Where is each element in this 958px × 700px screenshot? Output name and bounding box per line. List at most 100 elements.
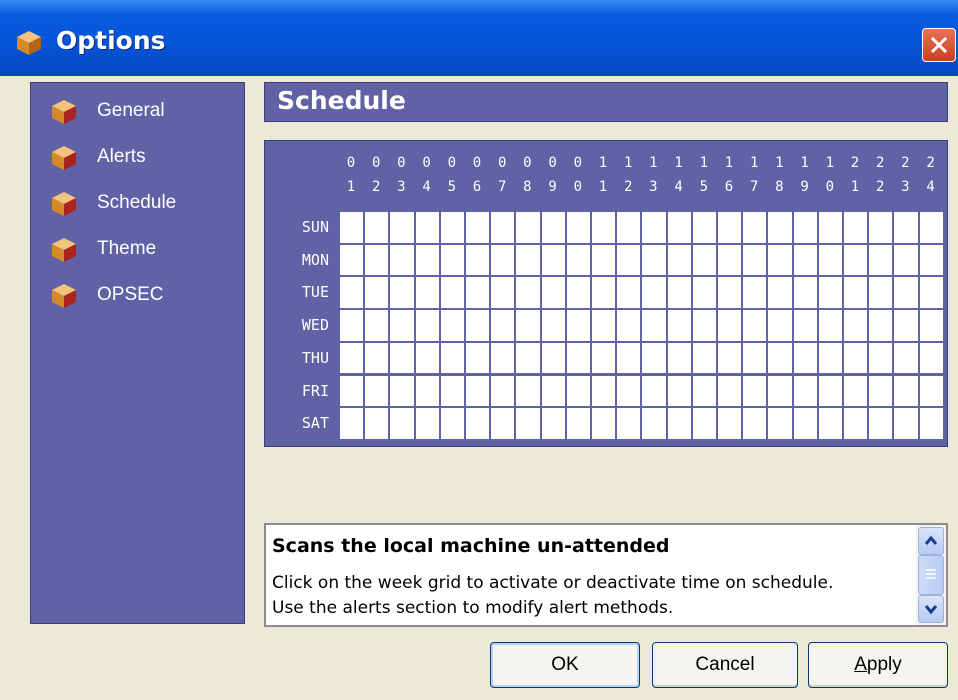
schedule-cell[interactable] (844, 375, 868, 407)
schedule-cell[interactable] (818, 342, 842, 374)
cancel-button[interactable]: Cancel (652, 642, 798, 688)
schedule-cell[interactable] (894, 277, 918, 309)
schedule-cell[interactable] (365, 277, 389, 309)
schedule-cell[interactable] (919, 244, 943, 276)
schedule-cell[interactable] (768, 277, 792, 309)
schedule-cell[interactable] (440, 310, 464, 341)
schedule-cell[interactable] (743, 408, 767, 439)
schedule-cell[interactable] (818, 277, 842, 309)
schedule-cell[interactable] (365, 212, 389, 243)
schedule-cell[interactable] (390, 375, 414, 407)
schedule-cell[interactable] (566, 212, 590, 243)
schedule-cell[interactable] (718, 375, 742, 407)
schedule-cell[interactable] (743, 212, 767, 243)
schedule-cell[interactable] (592, 375, 616, 407)
schedule-cell[interactable] (844, 310, 868, 341)
schedule-cell[interactable] (844, 244, 868, 276)
schedule-cell[interactable] (894, 212, 918, 243)
schedule-cell[interactable] (919, 342, 943, 374)
schedule-cell[interactable] (869, 375, 893, 407)
schedule-cell[interactable] (466, 375, 490, 407)
schedule-cell[interactable] (415, 375, 439, 407)
schedule-cell[interactable] (541, 244, 565, 276)
schedule-cell[interactable] (768, 244, 792, 276)
schedule-cell[interactable] (642, 342, 666, 374)
schedule-cell[interactable] (743, 310, 767, 341)
schedule-cell[interactable] (818, 310, 842, 341)
sidebar-item-general[interactable]: General (49, 95, 239, 129)
schedule-cell[interactable] (566, 342, 590, 374)
schedule-cell[interactable] (743, 277, 767, 309)
schedule-cell[interactable] (365, 342, 389, 374)
schedule-cell[interactable] (894, 408, 918, 439)
scroll-up-button[interactable] (918, 527, 944, 555)
schedule-cell[interactable] (894, 310, 918, 341)
schedule-cell[interactable] (592, 212, 616, 243)
schedule-cell[interactable] (768, 375, 792, 407)
schedule-cell[interactable] (642, 408, 666, 439)
schedule-cell[interactable] (818, 244, 842, 276)
schedule-cell[interactable] (617, 244, 641, 276)
schedule-cell[interactable] (440, 375, 464, 407)
schedule-cell[interactable] (617, 375, 641, 407)
schedule-cell[interactable] (390, 212, 414, 243)
schedule-cell[interactable] (844, 277, 868, 309)
schedule-cell[interactable] (617, 277, 641, 309)
schedule-cell[interactable] (718, 212, 742, 243)
schedule-cell[interactable] (541, 408, 565, 439)
schedule-cell[interactable] (592, 408, 616, 439)
info-scrollbar[interactable] (916, 525, 946, 625)
schedule-cell[interactable] (516, 244, 540, 276)
schedule-cell[interactable] (617, 212, 641, 243)
schedule-cell[interactable] (667, 310, 691, 341)
schedule-cell[interactable] (390, 277, 414, 309)
schedule-cell[interactable] (390, 244, 414, 276)
schedule-cell[interactable] (566, 277, 590, 309)
schedule-cell[interactable] (415, 277, 439, 309)
schedule-cell[interactable] (541, 212, 565, 243)
schedule-cell[interactable] (566, 244, 590, 276)
schedule-cell[interactable] (592, 342, 616, 374)
schedule-cell[interactable] (365, 310, 389, 341)
ok-button[interactable]: OK (490, 642, 640, 688)
schedule-cell[interactable] (642, 375, 666, 407)
schedule-cell[interactable] (743, 375, 767, 407)
schedule-cell[interactable] (415, 342, 439, 374)
sidebar-item-schedule[interactable]: Schedule (49, 187, 239, 221)
schedule-cell[interactable] (919, 375, 943, 407)
schedule-cell[interactable] (340, 244, 364, 276)
schedule-cell[interactable] (491, 277, 515, 309)
schedule-cell[interactable] (818, 212, 842, 243)
schedule-cell[interactable] (793, 277, 817, 309)
schedule-cell[interactable] (466, 212, 490, 243)
schedule-cell[interactable] (617, 310, 641, 341)
schedule-cell[interactable] (768, 342, 792, 374)
schedule-cell[interactable] (440, 408, 464, 439)
schedule-cell[interactable] (667, 212, 691, 243)
schedule-cell[interactable] (541, 310, 565, 341)
schedule-cell[interactable] (692, 375, 716, 407)
schedule-cell[interactable] (592, 277, 616, 309)
schedule-cell[interactable] (566, 375, 590, 407)
schedule-cell[interactable] (340, 408, 364, 439)
schedule-cell[interactable] (415, 244, 439, 276)
schedule-cell[interactable] (491, 212, 515, 243)
schedule-cell[interactable] (718, 310, 742, 341)
close-button[interactable] (922, 28, 956, 62)
schedule-cell[interactable] (516, 310, 540, 341)
schedule-cell[interactable] (793, 212, 817, 243)
schedule-cell[interactable] (365, 244, 389, 276)
schedule-cell[interactable] (667, 375, 691, 407)
schedule-cell[interactable] (667, 408, 691, 439)
schedule-cell[interactable] (415, 310, 439, 341)
schedule-cell[interactable] (566, 408, 590, 439)
schedule-cell[interactable] (566, 310, 590, 341)
schedule-cell[interactable] (692, 310, 716, 341)
schedule-cell[interactable] (818, 408, 842, 439)
schedule-cell[interactable] (869, 212, 893, 243)
schedule-cell[interactable] (365, 408, 389, 439)
schedule-cell[interactable] (466, 342, 490, 374)
schedule-cell[interactable] (642, 244, 666, 276)
schedule-cell[interactable] (692, 244, 716, 276)
schedule-cell[interactable] (692, 277, 716, 309)
